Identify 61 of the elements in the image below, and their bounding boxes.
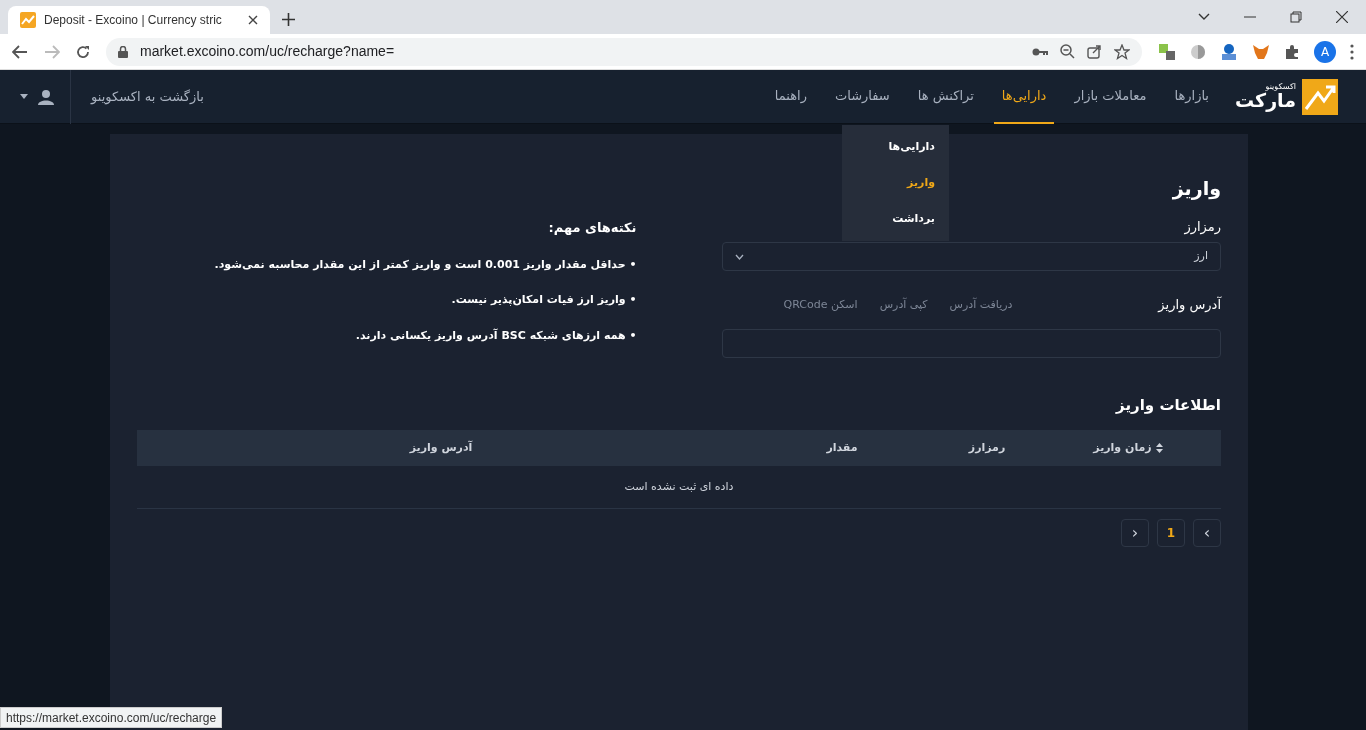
logo-icon bbox=[1302, 78, 1338, 115]
previous-page-button[interactable]: › bbox=[1193, 519, 1221, 547]
browser-tab[interactable]: Deposit - Excoino | Currency stric bbox=[8, 6, 270, 34]
column-header: مقدار bbox=[825, 439, 859, 456]
note-text: • واریز ارز فیات امکان‌پذیر نیست. bbox=[450, 292, 637, 308]
nav-link[interactable]: دارایی‌ها bbox=[993, 69, 1055, 124]
extension-icon[interactable] bbox=[1220, 42, 1238, 61]
zoom-out-icon[interactable] bbox=[1060, 44, 1075, 59]
star-icon[interactable] bbox=[1114, 43, 1130, 60]
field-label: آدرس واریز bbox=[1158, 295, 1221, 315]
new-tab-icon[interactable] bbox=[282, 13, 295, 26]
logo-text: مارکت bbox=[1235, 91, 1296, 110]
notes-title: نکته‌های مهم: bbox=[548, 219, 637, 237]
address-action-link[interactable]: دریافت آدرس bbox=[949, 296, 1013, 313]
chevron-down-icon bbox=[734, 253, 744, 260]
field-label: رمزارز bbox=[1184, 217, 1221, 236]
dropdown-item[interactable]: دارایی‌ها bbox=[842, 129, 949, 165]
chart-logo-icon bbox=[20, 12, 36, 28]
nav-link[interactable]: تراکنش ها bbox=[909, 69, 982, 124]
column-header: رمزارز bbox=[967, 439, 1007, 456]
dropdown-item[interactable]: واریز bbox=[842, 165, 949, 201]
fox-icon[interactable] bbox=[1252, 43, 1270, 60]
address-action-link[interactable]: کپی آدرس bbox=[879, 296, 928, 313]
section-title: اطلاعات واریز bbox=[1114, 394, 1221, 416]
caret-icon bbox=[20, 94, 28, 99]
address-action-link[interactable]: اسکن QRCode bbox=[783, 296, 858, 313]
nav-link[interactable]: معاملات بازار bbox=[1066, 69, 1155, 124]
next-page-button[interactable]: ‹ bbox=[1121, 519, 1149, 547]
puzzle-icon[interactable] bbox=[1284, 43, 1300, 60]
reload-icon[interactable] bbox=[76, 44, 90, 59]
column-header: آدرس واریز bbox=[408, 439, 474, 456]
empty-message: داده ای ثبت نشده است bbox=[137, 466, 1221, 509]
profile-avatar[interactable]: A bbox=[1314, 40, 1336, 63]
column-header[interactable]: زمان واریز bbox=[1035, 430, 1221, 466]
share-icon[interactable] bbox=[1087, 44, 1102, 59]
chevron-down-icon[interactable] bbox=[1198, 13, 1210, 21]
back-link[interactable]: بازگشت به اکسکوینو bbox=[71, 86, 204, 107]
logo-small-text: اکسکوینو bbox=[1265, 83, 1296, 91]
extension-icon[interactable] bbox=[1190, 43, 1206, 60]
close-icon[interactable] bbox=[1336, 11, 1348, 23]
note-text: • همه ارزهای شبکه BSC آدرس واریز یکسانی دارند. bbox=[354, 327, 637, 344]
nav-link[interactable]: راهنما bbox=[766, 69, 815, 124]
user-icon bbox=[38, 88, 54, 105]
back-arrow-icon[interactable] bbox=[12, 44, 28, 59]
tab-title: Deposit - Excoino | Currency stric bbox=[44, 12, 223, 29]
url-text: market.excoino.com/uc/recharge?name= bbox=[140, 42, 396, 61]
extension-icon[interactable] bbox=[1158, 42, 1176, 61]
note-text: • حداقل مقدار واریز 0.001 است و واریز کمتر از این مقدار محاسبه نمی‌شود. bbox=[213, 256, 637, 273]
more-icon[interactable] bbox=[1350, 43, 1354, 60]
nav-link[interactable]: بازارها bbox=[1166, 69, 1217, 124]
currency-select[interactable]: ارز bbox=[721, 242, 1221, 271]
key-icon[interactable] bbox=[1032, 46, 1048, 57]
address-bar[interactable]: market.excoino.com/uc/recharge?name= bbox=[106, 37, 1142, 66]
page-button[interactable]: 1 bbox=[1157, 519, 1185, 547]
nav-link[interactable]: سفارشات bbox=[826, 69, 898, 124]
status-url-tooltip: https://market.excoino.com/uc/recharge bbox=[0, 707, 223, 728]
restore-icon[interactable] bbox=[1290, 11, 1302, 23]
dropdown-item[interactable]: برداشت bbox=[842, 201, 949, 237]
page-title: واریز bbox=[1172, 176, 1221, 202]
lock-icon bbox=[118, 45, 128, 58]
close-icon[interactable] bbox=[248, 15, 258, 25]
